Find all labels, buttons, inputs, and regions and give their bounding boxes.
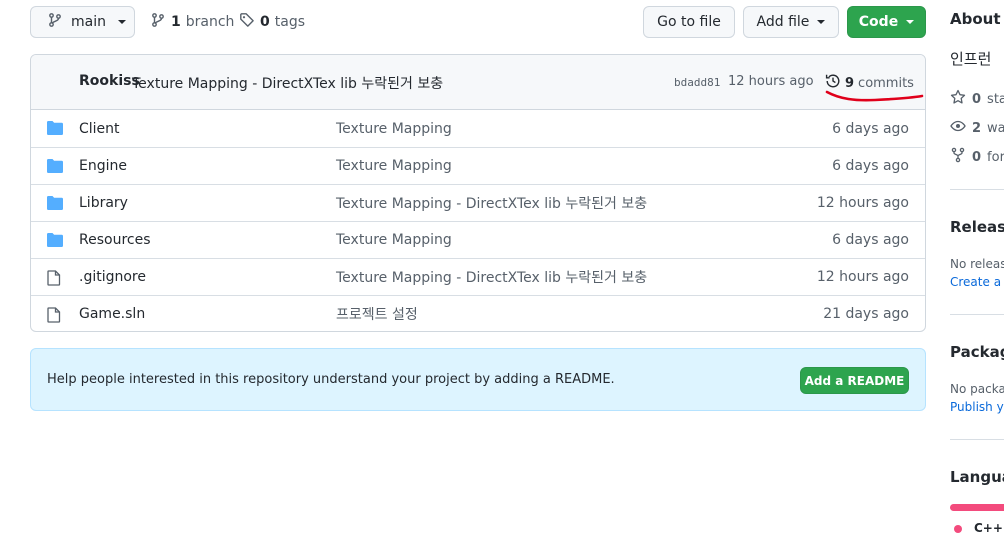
eye-icon [950,118,966,138]
file-name-link[interactable]: .gitignore [79,269,146,285]
git-branch-icon [47,12,63,32]
file-name-link[interactable]: Game.sln [79,306,145,322]
file-rows: Client Texture Mapping 6 days ago Engine Tex… [31,110,925,331]
file-commit-message[interactable]: Texture Mapping - DirectXTex lib 누락된거 보충 [336,267,647,287]
add-file-button[interactable]: Add file [743,6,839,38]
branches-link[interactable]: 1 branch [150,6,234,38]
file-icon [47,270,61,290]
commit-sha[interactable]: bdadd81 [674,76,720,89]
publish-package-link[interactable]: Publish yo [950,400,1004,414]
repo-toolbar: main 1 branch 0 tags Go to file Add file… [30,6,926,38]
commit-time: 12 hours ago [728,74,814,89]
file-commit-age: 6 days ago [832,120,909,137]
file-commit-message[interactable]: 프로젝트 설정 [336,304,418,324]
readme-prompt-text: Help people interested in this repositor… [47,372,615,387]
star-icon [950,89,966,109]
watchers-label: wa [987,120,1004,136]
forks-count: 0 [972,149,982,165]
file-commit-age: 6 days ago [832,232,909,248]
commit-message[interactable]: Texture Mapping - DirectXTex lib 누락된거 보충 [132,73,443,93]
tags-link[interactable]: 0 tags [239,6,305,38]
tags-count: 0 [260,14,270,30]
file-commit-message[interactable]: Texture Mapping - DirectXTex lib 누락된거 보충 [336,193,647,213]
chevron-down-icon [906,20,915,24]
add-file-label: Add file [756,14,810,30]
file-name-link[interactable]: Resources [79,232,151,248]
releases-note: No release [950,257,1004,271]
create-release-link[interactable]: Create a n [950,275,1004,289]
file-commit-message[interactable]: Texture Mapping [336,158,452,174]
table-row[interactable]: Game.sln 프로젝트 설정 21 days ago [31,295,925,331]
folder-icon [47,121,63,139]
file-commit-message[interactable]: Texture Mapping [336,121,452,137]
repo-description: 인프런 [950,50,992,68]
table-row[interactable]: Resources Texture Mapping 6 days ago [31,221,925,258]
language-bar [950,504,1004,511]
file-commit-age: 12 hours ago [816,195,909,211]
commit-author[interactable]: Rookiss [79,73,140,89]
tags-label: tags [274,14,305,30]
file-commit-age: 12 hours ago [816,269,909,285]
table-row[interactable]: Client Texture Mapping 6 days ago [31,110,925,147]
code-button[interactable]: Code [847,6,926,38]
sidebar-divider [950,314,1004,315]
sidebar-divider [950,189,1004,190]
file-list: Rookiss Texture Mapping - DirectXTex lib… [30,54,926,332]
languages-heading: Langua [950,468,1004,486]
file-commit-age: 21 days ago [823,306,909,322]
fork-icon [950,147,966,167]
branch-select-button[interactable]: main [30,6,135,38]
file-icon [47,307,61,327]
stars-link[interactable]: 0 sta [950,89,1004,109]
chevron-down-icon [117,20,126,24]
sidebar-divider [950,439,1004,440]
releases-heading[interactable]: Release [950,218,1004,236]
about-heading: About [950,10,1001,28]
table-row[interactable]: Engine Texture Mapping 6 days ago [31,147,925,184]
tag-icon [239,12,255,32]
code-label: Code [858,14,899,30]
packages-note: No packag [950,382,1004,396]
language-label[interactable]: C++ 9 [974,521,1004,535]
repo-sidebar: About 인프런 0 sta 2 wa 0 for Release No relea… [950,0,1004,556]
go-to-file-label: Go to file [657,14,721,30]
red-underline-annotation [825,89,925,109]
language-dot [954,525,962,533]
branch-name: main [71,14,106,30]
forks-link[interactable]: 0 for [950,147,1004,167]
branches-count: 1 [171,14,181,30]
stars-count: 0 [972,91,982,107]
latest-commit-bar: Rookiss Texture Mapping - DirectXTex lib… [31,55,925,110]
file-name-link[interactable]: Library [79,195,128,211]
stars-label: sta [987,91,1004,107]
watchers-count: 2 [972,120,982,136]
forks-label: for [987,149,1004,165]
branches-label: branch [185,14,235,30]
folder-icon [47,233,63,251]
packages-heading[interactable]: Package [950,343,1004,361]
readme-prompt: Help people interested in this repositor… [30,348,926,411]
table-row[interactable]: .gitignore Texture Mapping - DirectXTex l… [31,258,925,295]
add-readme-label: Add a README [804,373,905,388]
file-commit-message[interactable]: Texture Mapping [336,232,452,248]
go-to-file-button[interactable]: Go to file [643,6,735,38]
git-branch-icon [150,12,166,32]
watchers-link[interactable]: 2 wa [950,118,1004,138]
table-row[interactable]: Library Texture Mapping - DirectXTex lib … [31,184,925,221]
file-commit-age: 6 days ago [832,158,909,174]
add-readme-button[interactable]: Add a README [800,367,909,394]
file-name-link[interactable]: Client [79,121,120,137]
folder-icon [47,159,63,177]
chevron-down-icon [817,20,826,24]
file-name-link[interactable]: Engine [79,158,127,174]
folder-icon [47,196,63,214]
